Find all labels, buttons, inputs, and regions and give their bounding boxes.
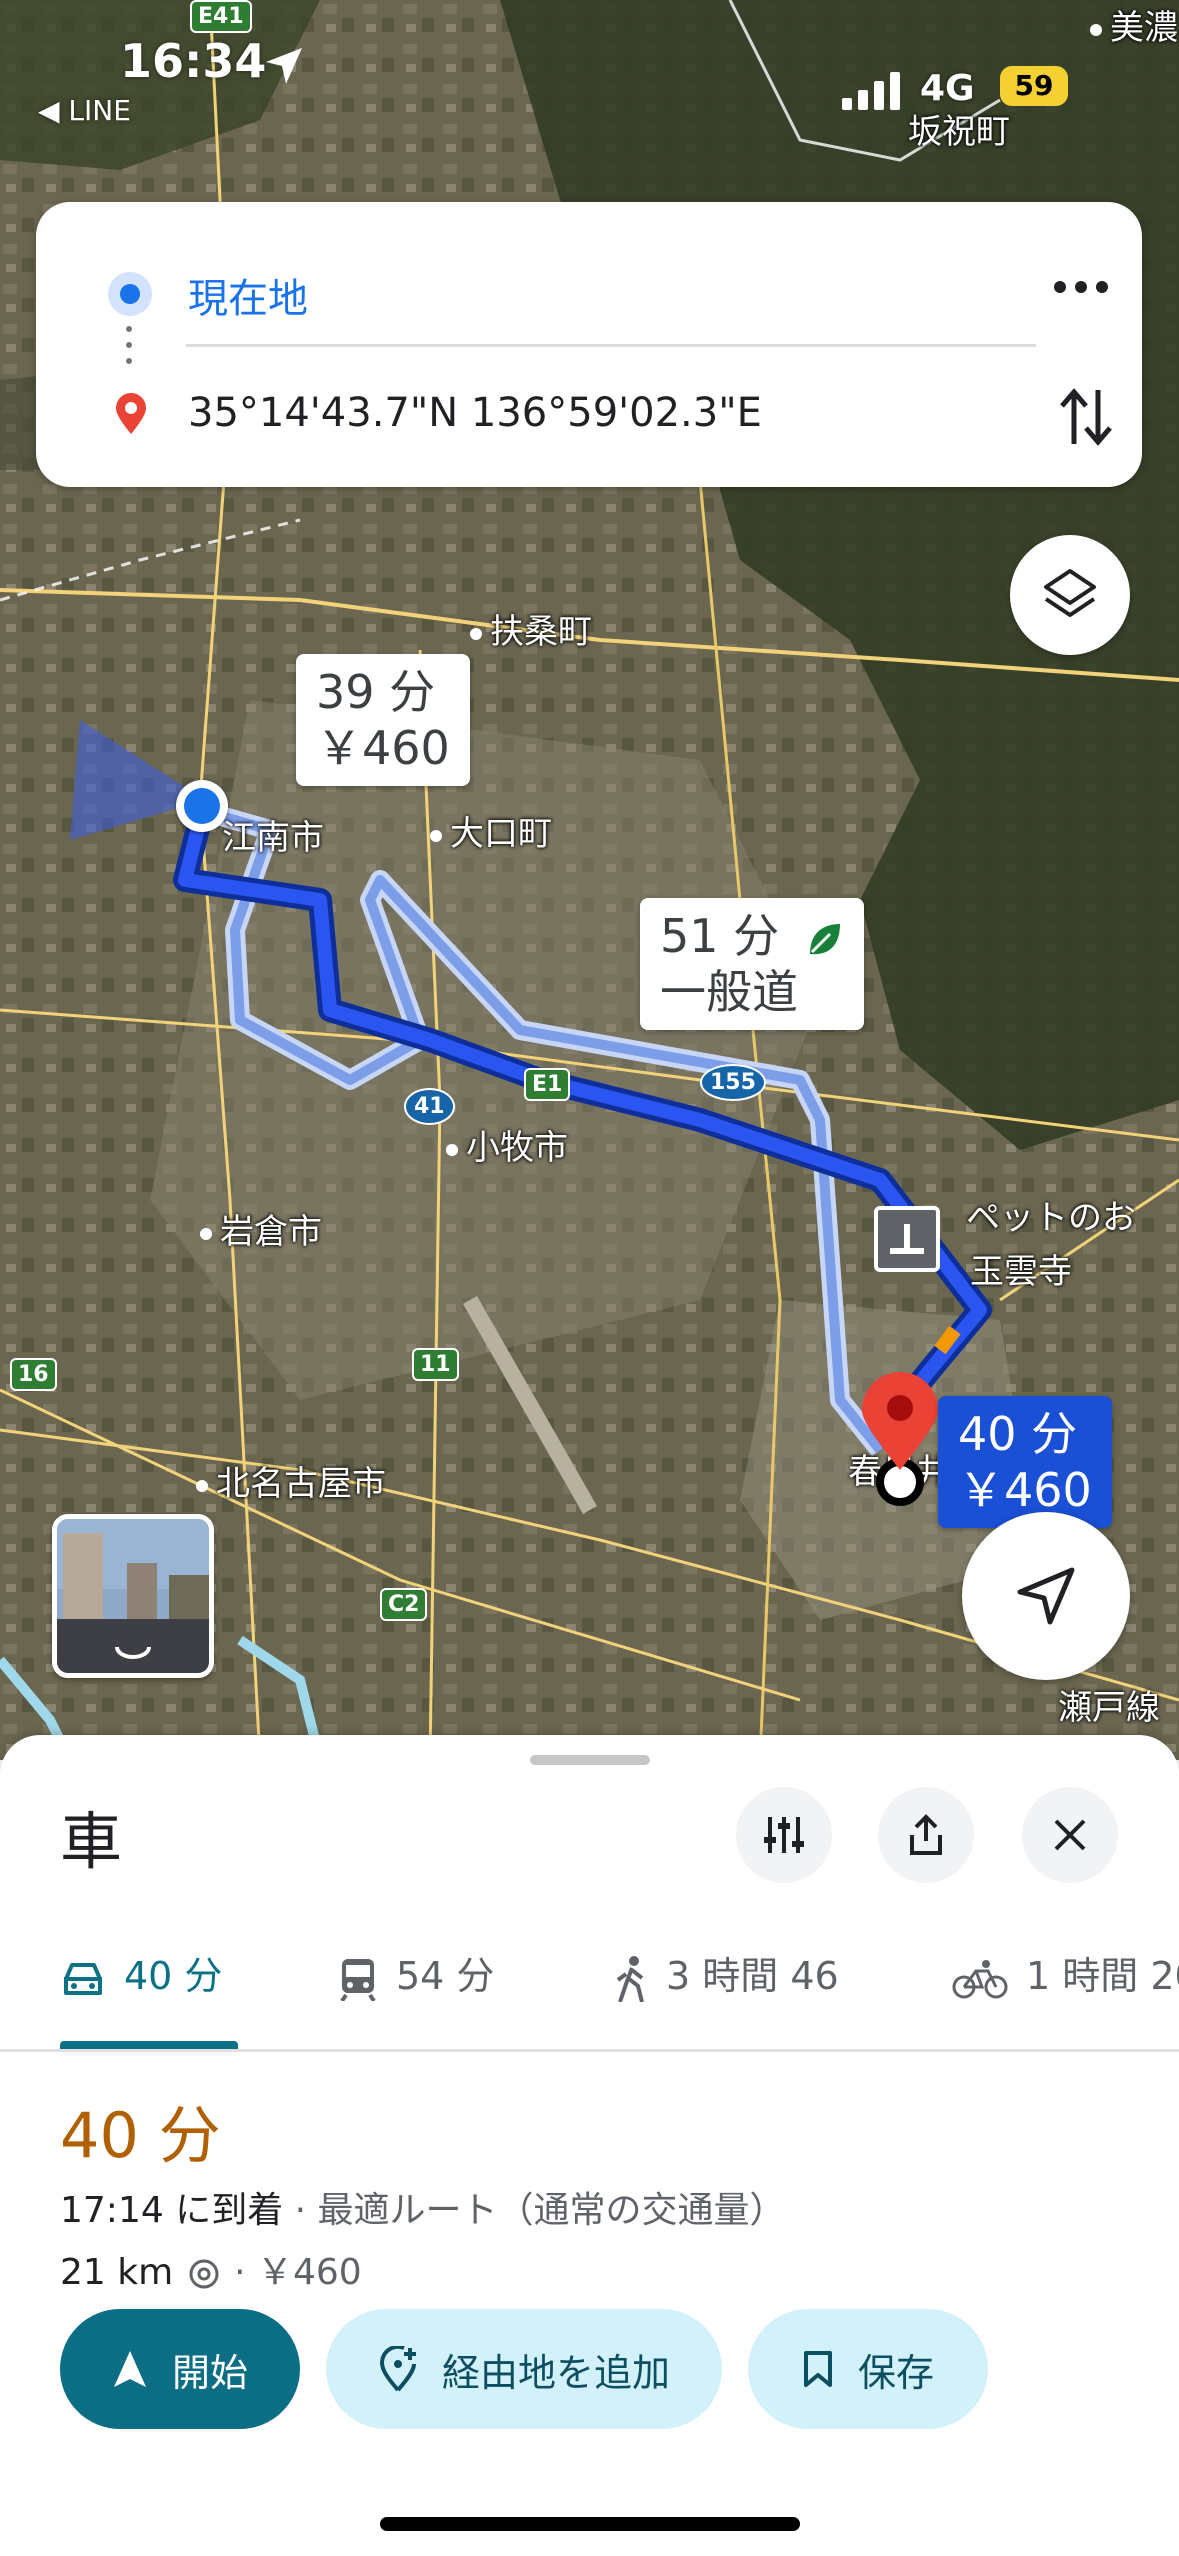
navigation-arrow-icon [1017,1567,1075,1625]
street-view-thumbnail[interactable] [52,1514,214,1678]
start-navigation-button[interactable]: 開始 [60,2309,300,2429]
route-distance: 21 km [60,2252,174,2293]
arrival-info: 17:14 に到着 · 最適ルート（通常の交通量） [60,2181,786,2233]
map-label: 瀬戸線 [1058,1688,1160,1728]
tab-walking[interactable]: 3 時間 46 [612,1945,839,2005]
more-options-icon[interactable] [1046,262,1116,312]
bike-icon [952,1959,1008,1998]
battery-indicator: 59 [1000,66,1068,106]
route-shield: 41 [404,1088,455,1125]
field-divider [186,344,1036,347]
map-label: 美濃 [1090,0,1178,49]
directions-sheet: 車 40 分 54 分 3 時間 46 1 時間 2 40 分 17:14 に到… [0,1735,1179,2556]
map-label: 小牧市 [446,1120,568,1169]
current-location-marker [176,780,228,832]
selected-route-callout[interactable]: 40 分 ￥460 [938,1396,1112,1528]
arrival-time: 17:14 に到着 [60,2190,284,2231]
network-type: 4G [920,68,975,109]
alt-route-callout[interactable]: 51 分 一般道 [640,898,864,1030]
tune-icon [764,1817,804,1853]
destination-pin-icon [116,393,146,434]
destination-field[interactable]: 35°14'43.7"N 136°59'02.3"E [188,390,762,436]
expressway-shield: E1 [524,1068,571,1101]
tab-transit[interactable]: 54 分 [338,1945,494,2005]
route-shield: 16 [10,1358,57,1391]
route-duration: 40 分 [60,2099,221,2172]
share-button[interactable] [878,1787,974,1883]
back-to-app-link[interactable]: ◀ LINE [38,94,131,127]
walk-icon [616,1955,644,2003]
cellular-signal-icon [842,72,900,110]
tab-cycling[interactable]: 1 時間 20 [952,1945,1179,2005]
route-shield: C2 [380,1588,428,1621]
status-time: 16:34 [120,34,267,88]
eco-leaf-icon [809,923,840,954]
close-button[interactable] [1022,1787,1118,1883]
drag-handle[interactable] [530,1755,650,1765]
add-waypoint-button[interactable]: 経由地を追加 [326,2309,722,2429]
route-input-card: 現在地 35°14'43.7"N 136°59'02.3"E [36,202,1142,487]
map-label: ペットのお [966,1198,1136,1238]
recenter-button[interactable] [962,1512,1130,1680]
route-shield: 155 [700,1064,766,1101]
map-label: 江南市 [222,818,324,858]
toll-price: · ￥460 [222,2252,362,2293]
swap-icon[interactable] [1056,382,1116,452]
map-label: 坂祝町 [908,112,1010,152]
tab-driving[interactable]: 40 分 [60,1945,222,2005]
map-label: 北名古屋市 [196,1456,386,1505]
route-connector-icon [126,326,134,374]
destination-pin-icon [862,1372,938,1506]
layers-icon [1044,569,1096,617]
map-label: 玉雲寺 [970,1252,1072,1292]
share-icon [910,1814,942,1855]
navigation-arrow-icon [113,2351,146,2387]
map-label: 岩倉市 [200,1204,322,1253]
active-tab-indicator [60,2041,238,2049]
route-options-button[interactable] [736,1787,832,1883]
add-location-icon [379,2346,416,2392]
map-label: 大口町 [430,806,552,855]
map-layers-button[interactable] [1010,535,1130,655]
route-shield: 11 [412,1348,459,1381]
location-arrow-icon [266,48,302,84]
route-note: · 最適ルート（通常の交通量） [283,2190,786,2231]
expressway-shield: E41 [190,0,252,33]
origin-field[interactable]: 現在地 [188,266,308,324]
origin-dot-icon [108,272,152,316]
home-indicator [380,2517,800,2531]
map-label: 扶桑町 [470,604,592,653]
car-icon [64,1962,102,1995]
alt-route-callout[interactable]: 39 分 ￥460 [296,654,470,786]
tabs-divider [0,2049,1179,2052]
distance-info: 21 km · ￥460 [60,2243,362,2295]
bookmark-icon [803,2351,832,2387]
save-route-button[interactable]: 保存 [748,2309,988,2429]
train-icon [340,1958,376,2002]
close-icon [1054,1819,1086,1851]
map-view[interactable]: 16:34 ◀ LINE 4G 59 扶桑町 江南市 大口町 小牧市 岩倉市 北… [0,0,1179,1760]
toll-icon [189,2259,219,2289]
travel-mode-title: 車 [60,1805,123,1878]
toll-gate-icon [874,1206,940,1272]
